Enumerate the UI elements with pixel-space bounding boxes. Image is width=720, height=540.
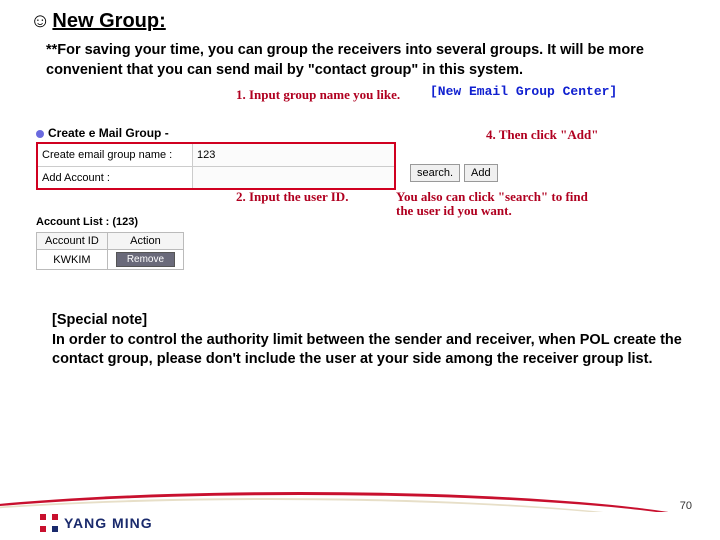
account-list-table: Account ID Action KWKIM Remove xyxy=(36,232,184,270)
table-row: KWKIM Remove xyxy=(37,250,184,270)
swoosh-decoration xyxy=(0,482,720,512)
form-section-header: Create e Mail Group - xyxy=(36,124,396,142)
special-note-body: In order to control the authority limit … xyxy=(52,332,682,368)
center-label: [New Email Group Center] xyxy=(430,84,617,99)
special-note-label: [Special note] xyxy=(52,312,147,328)
annotation-step3: You also can click "search" to find the … xyxy=(396,190,606,219)
search-button[interactable]: search. xyxy=(410,164,460,182)
bullet-icon xyxy=(36,130,44,138)
account-list-header: Account List : (123) xyxy=(36,216,138,228)
smiley-icon: ☺ xyxy=(30,10,50,33)
form-redbox: Create email group name : 123 Add Accoun… xyxy=(36,142,396,190)
brand-name: YANG MING xyxy=(64,515,153,531)
footer: YANG MING 70 xyxy=(0,482,720,540)
page-title: ☺New Group: xyxy=(30,10,166,32)
add-account-label: Add Account : xyxy=(38,167,193,188)
annotation-step1: 1. Input group name you like. xyxy=(236,88,406,102)
logo-mark-icon xyxy=(40,514,58,532)
group-name-label: Create email group name : xyxy=(38,144,193,166)
annotation-step4: 4. Then click "Add" xyxy=(486,128,598,142)
group-name-input[interactable]: 123 xyxy=(193,149,394,161)
col-action: Action xyxy=(107,233,183,250)
annotation-step2: 2. Input the user ID. xyxy=(236,190,348,204)
special-note: [Special note] In order to control the a… xyxy=(0,297,720,370)
add-button[interactable]: Add xyxy=(464,164,498,182)
form-panel: Create e Mail Group - Create email group… xyxy=(36,124,396,190)
demo-area: 1. Input group name you like. [New Email… xyxy=(36,92,690,297)
brand-logo: YANG MING xyxy=(40,514,153,532)
cell-account-id: KWKIM xyxy=(37,250,108,270)
page-number: 70 xyxy=(680,500,692,512)
col-account-id: Account ID xyxy=(37,233,108,250)
remove-button[interactable]: Remove xyxy=(116,252,175,267)
